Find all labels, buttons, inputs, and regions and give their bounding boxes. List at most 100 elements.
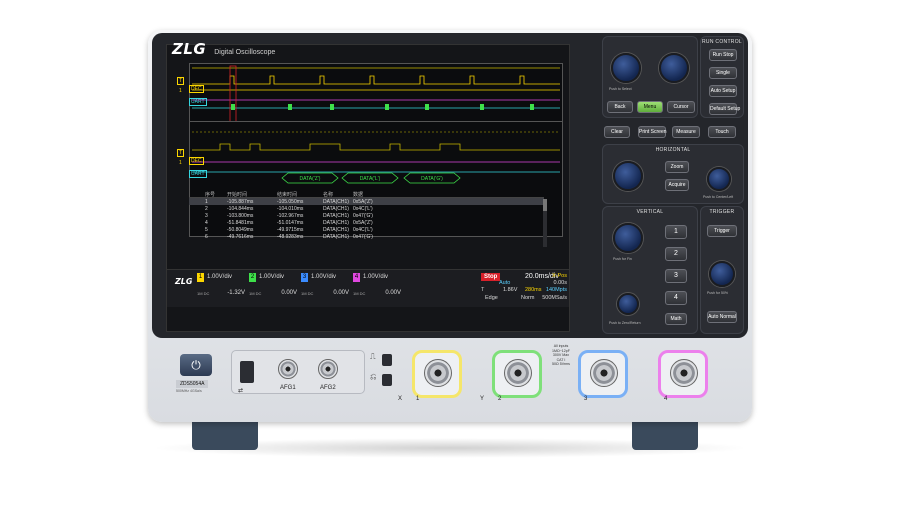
horizontal-scale-knob[interactable] [613,161,643,191]
channel-1-button[interactable]: 1 [665,225,687,239]
aux-out-icon: ⎍ [370,352,376,361]
zoom-label-dec: DEC [189,157,204,165]
table-row[interactable]: 6 -49.7616ms -48.9283ms DATA(CH1) 0x47('G') [189,233,544,240]
decode-event-table[interactable]: 序号 开始时间 结束时间 名称 数据 1 -105.887ms -105.050ms… [189,191,544,240]
vertical-section: VERTICAL Push for Fin Push to Zero/Retur… [602,206,698,334]
channel-1-coupling: 1M DC [197,291,210,296]
channel-3-status[interactable]: 3 1.00V/div 0.00V 1M DC [301,273,349,305]
overview-waveform-svg [192,65,560,123]
input-label-3: 3 [584,396,588,402]
back-button[interactable]: Back [607,101,633,113]
multipurpose-knob-a[interactable] [611,53,641,83]
product-name: Digital Oscilloscope [214,49,276,56]
input-label-1: 1 [416,396,420,402]
table-row[interactable]: 5 -50.8049ms -49.9715ms DATA(CH1) 0x4C('L') [189,226,544,233]
input-warning-label: All inputs 1MΩ~12pF 300V Max CAT I 50Ω 5… [552,344,570,367]
table-row[interactable]: 2 -104.844ms -104.010ms DATA(CH1) 0x4C('L') [189,205,544,212]
channel-3-number: 3 [301,273,308,282]
run-stop-button[interactable]: Run Stop [709,49,737,61]
horizontal-section: HORIZONTAL Zoom Acquire Push to Center/L… [602,144,744,204]
control-panel: Push to Select Back Menu Cursor RUN CONT… [600,34,745,336]
col-header-index: 序号 [205,191,216,198]
math-button[interactable]: Math [665,313,687,325]
channel-2-offset: 0.00V [281,290,297,296]
table-row[interactable]: 3 -103.800ms -102.967ms DATA(CH1) 0x47('G') [189,212,544,219]
table-scrollbar[interactable] [543,199,547,247]
channel-1-status[interactable]: 1 1.00V/div -1.32V 1M DC [197,273,245,305]
clear-button[interactable]: Clear [604,126,630,138]
print-screen-button[interactable]: Print Screen [638,126,667,138]
model-specs: 500MHz 4GSa/s [176,389,202,393]
auto-setup-button[interactable]: Auto Setup [709,85,737,97]
channel-4-button[interactable]: 4 [665,291,687,305]
channel-1-vdiv: 1.00V/div [207,274,233,280]
table-row[interactable]: 4 -51.8481ms -51.0147ms DATA(CH1) 0x5A('Z') [189,219,544,226]
afg1-label: AFG1 [280,385,296,391]
power-button[interactable]: ⏻ [180,354,212,376]
zoom-button[interactable]: Zoom [665,161,689,173]
measure-button[interactable]: Measure [672,126,700,138]
record-length: 280ms [525,287,542,293]
horizontal-hint: Push to Center/Left [703,195,734,199]
multipurpose-knob-b[interactable] [659,53,689,83]
ch3-input-connector[interactable] [590,359,618,387]
single-button[interactable]: Single [709,67,737,79]
overview-waveform-panel[interactable] [189,63,563,123]
decode-bubble-text-3: DATA('G') [421,176,443,182]
aux-out-port[interactable] [382,354,392,366]
uart-marker [330,104,334,110]
auto-normal-button[interactable]: Auto Normal [707,311,737,323]
channel-4-status[interactable]: 4 1.00V/div 0.00V 1M DC [353,273,401,305]
channel-2-number: 2 [249,273,256,282]
acquire-button[interactable]: Acquire [665,179,689,191]
vertical-position-knob[interactable] [617,293,639,315]
screen-logo-small: ZLG [175,277,193,286]
input-label-4: 4 [664,396,668,402]
trace-label-uart: UART [189,98,207,106]
usb-port[interactable] [240,361,254,383]
acquisition-status[interactable]: Stop Auto 20.0ms/div X-Pos 0.00s T 1.86V… [481,273,569,307]
cursor-button[interactable]: Cursor [667,101,695,113]
zoom-label-1: 1 [179,160,182,166]
sample-rate: 500MSa/s [542,295,567,301]
ch1-input-connector[interactable] [424,359,452,387]
afg2-connector[interactable] [318,359,338,379]
col-header-start: 开始时间 [227,191,248,198]
aux-in-icon: ⎌ [370,372,377,381]
channel-1-offset: -1.32V [227,290,245,296]
oscilloscope-product-image: DATA('Z') DATA('L') DATA('G') T 1 DEC UA… [0,0,900,520]
ch2-input-connector[interactable] [504,359,532,387]
menu-button[interactable]: Menu [637,101,663,113]
memory-depth: 140Mpts [545,287,567,293]
uart-markers [231,104,534,110]
trigger-level-knob[interactable] [709,261,735,287]
afg2-label: AFG2 [320,385,336,391]
vertical-scale-knob[interactable] [613,223,643,253]
channel-3-button[interactable]: 3 [665,269,687,283]
aux-in-port[interactable] [382,374,392,386]
afg1-connector[interactable] [278,359,298,379]
channel-2-status[interactable]: 2 1.00V/div 0.00V 1M DC [249,273,297,305]
knob-hint: Push to Select [609,87,632,91]
ch4-input-connector[interactable] [670,359,698,387]
run-state-badge: Stop [481,273,501,281]
touch-button[interactable]: Touch [708,126,736,138]
channel-2-vdiv: 1.00V/div [259,274,285,280]
input-label-y: Y [480,396,485,402]
scrollbar-thumb[interactable] [543,199,547,211]
usb-icon: ⇄ [238,388,244,394]
channel-4-vdiv: 1.00V/div [363,274,389,280]
horizontal-position-knob[interactable] [707,167,731,191]
uart-marker [288,104,292,110]
default-setup-button[interactable]: Default Setup [709,103,740,115]
display-screen[interactable]: DATA('Z') DATA('L') DATA('G') T 1 DEC UA… [166,44,570,332]
trigger-button[interactable]: Trigger [707,225,737,237]
channel-4-coupling: 1M DC [353,291,366,296]
col-header-end: 结束时间 [277,191,298,198]
input-label-2: 2 [498,396,502,402]
trigger-label: T [481,287,485,293]
table-row[interactable]: 1 -105.887ms -105.050ms DATA(CH1) 0x5A('Z') [189,198,544,205]
model-number: ZDS5054A [176,380,209,388]
vertical-hint-bottom: Push to Zero/Return [609,321,641,325]
channel-2-button[interactable]: 2 [665,247,687,261]
